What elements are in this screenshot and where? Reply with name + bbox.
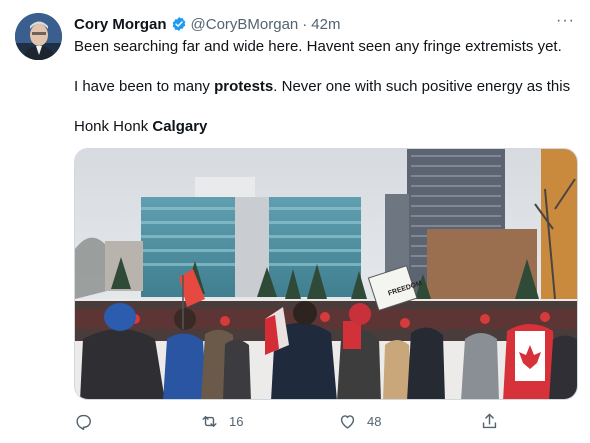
author-name[interactable]: Cory Morgan bbox=[74, 16, 167, 33]
text-segment: . Never one with such positive energy as… bbox=[273, 78, 571, 95]
like-count: 48 bbox=[367, 414, 382, 429]
share-button[interactable] bbox=[480, 412, 499, 431]
protest-photo: FREEDOM bbox=[75, 149, 577, 399]
tweet-text-line-1: Been searching far and wide here. Havent… bbox=[74, 38, 562, 55]
text-segment: Honk Honk bbox=[74, 118, 153, 135]
tweet-photo[interactable]: FREEDOM bbox=[74, 148, 578, 400]
verified-badge-icon bbox=[172, 17, 185, 31]
avatar-image bbox=[15, 13, 62, 60]
separator-dot: · bbox=[302, 15, 308, 33]
bold-word-protests: protests bbox=[214, 78, 274, 95]
tweet-header: Cory Morgan @CoryBMorgan · 42m ··· bbox=[74, 12, 575, 34]
bold-word-calgary: Calgary bbox=[152, 118, 208, 135]
tweet-actions-bar: 16 48 bbox=[74, 412, 575, 434]
more-options-icon[interactable]: ··· bbox=[556, 12, 575, 30]
author-handle[interactable]: @CoryBMorgan bbox=[191, 16, 299, 33]
tweet-text-line-2: I have been to many protests. Never one … bbox=[74, 77, 570, 97]
tweet-text-line-3: Honk Honk Calgary bbox=[74, 117, 207, 137]
retweet-count: 16 bbox=[229, 414, 244, 429]
reply-icon bbox=[76, 414, 91, 431]
heart-icon bbox=[340, 415, 355, 429]
author-avatar[interactable] bbox=[15, 13, 62, 60]
tweet-timestamp[interactable]: 42m bbox=[311, 16, 340, 33]
reply-button[interactable] bbox=[74, 412, 93, 431]
share-icon bbox=[482, 413, 497, 429]
retweet-button[interactable]: 16 bbox=[200, 412, 243, 431]
text-segment: I have been to many bbox=[74, 78, 215, 95]
retweet-icon bbox=[202, 416, 217, 427]
like-button[interactable]: 48 bbox=[338, 412, 381, 431]
